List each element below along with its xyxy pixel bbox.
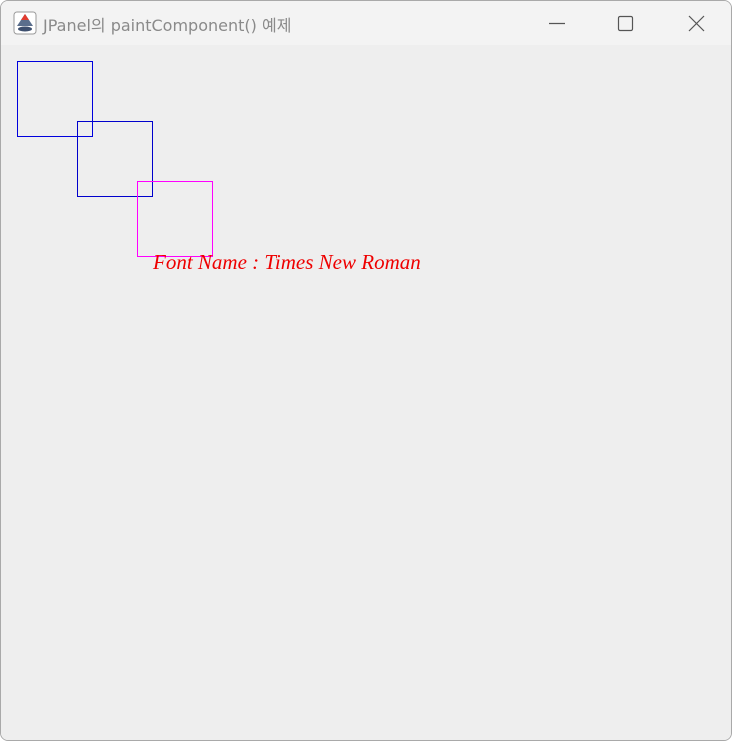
- maximize-button[interactable]: [591, 1, 659, 45]
- minimize-icon: [549, 22, 565, 25]
- close-button[interactable]: [663, 1, 731, 45]
- maximize-icon: [617, 15, 634, 32]
- magenta-rectangle: [137, 181, 213, 257]
- window-title: JPanel의 paintComponent() 예제: [43, 16, 292, 35]
- java-icon: [13, 11, 37, 35]
- title-bar[interactable]: JPanel의 paintComponent() 예제: [1, 1, 731, 45]
- app-window: JPanel의 paintComponent() 예제 Font Name : …: [0, 0, 732, 741]
- minimize-button[interactable]: [523, 1, 591, 45]
- close-icon: [688, 15, 705, 32]
- paint-panel: Font Name : Times New Roman: [1, 45, 731, 740]
- font-name-text: Font Name : Times New Roman: [153, 250, 421, 274]
